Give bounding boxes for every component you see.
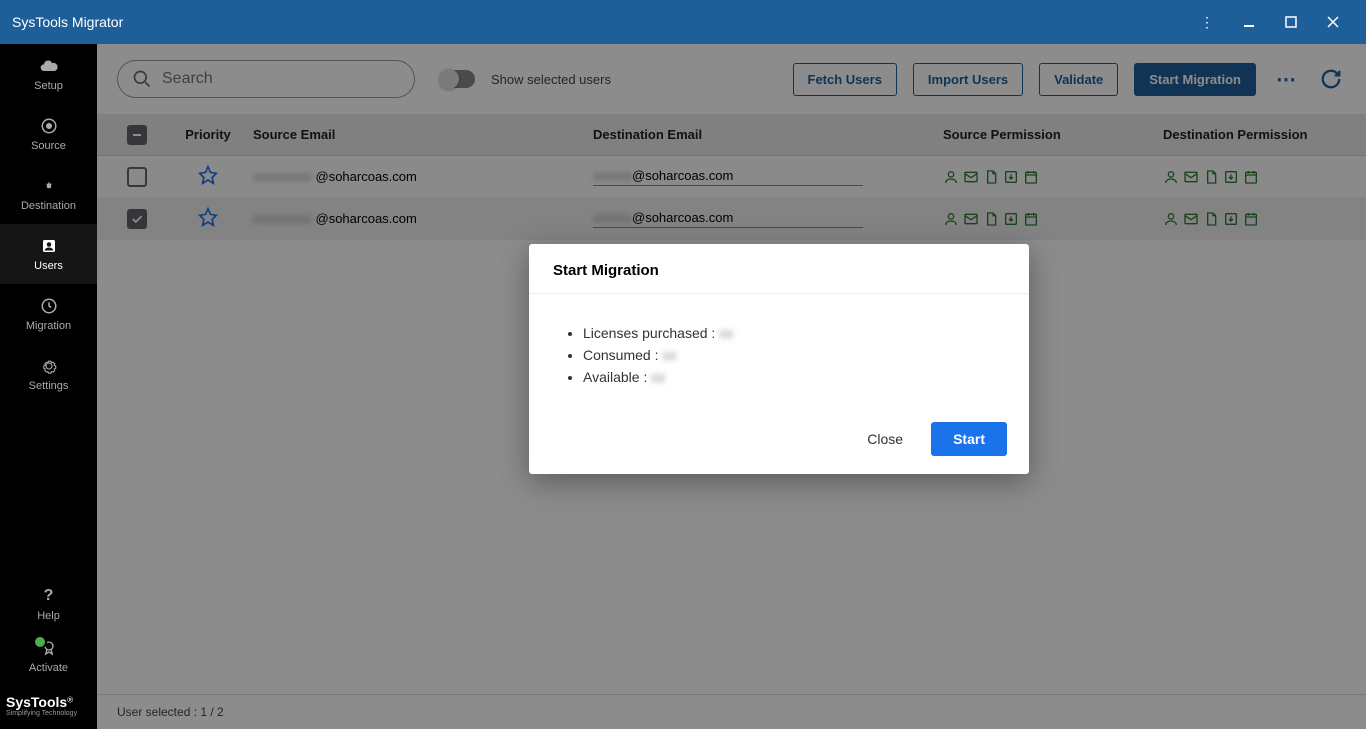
sidebar-item-setup[interactable]: Setup xyxy=(0,44,97,104)
target-icon xyxy=(39,176,59,196)
sidebar-item-source[interactable]: Source xyxy=(0,104,97,164)
sidebar-item-users[interactable]: Users xyxy=(0,224,97,284)
users-icon xyxy=(39,236,59,256)
licenses-purchased-row: Licenses purchased : xx xyxy=(583,322,1005,344)
close-icon[interactable] xyxy=(1312,0,1354,44)
start-migration-modal: Start Migration Licenses purchased : xx … xyxy=(529,244,1029,474)
titlebar: SysTools Migrator ⋮ xyxy=(0,0,1366,44)
maximize-icon[interactable] xyxy=(1270,0,1312,44)
sidebar-item-migration[interactable]: Migration xyxy=(0,284,97,344)
modal-body: Licenses purchased : xx Consumed : xx Av… xyxy=(529,294,1029,412)
cloud-icon xyxy=(39,56,59,76)
sidebar-item-activate[interactable]: Activate xyxy=(0,634,97,686)
minimize-icon[interactable] xyxy=(1228,0,1270,44)
status-dot-icon xyxy=(33,635,47,649)
modal-title: Start Migration xyxy=(529,244,1029,294)
consumed-row: Consumed : xx xyxy=(583,344,1005,366)
gear-icon xyxy=(39,356,59,376)
ribbon-icon xyxy=(39,638,59,658)
modal-footer: Close Start xyxy=(529,412,1029,474)
sidebar: Setup Source Destination Users Migration xyxy=(0,44,97,729)
brand-logo: SysTools® Simplifying Technology xyxy=(0,686,97,729)
sidebar-item-help[interactable]: ? Help xyxy=(0,574,97,634)
sidebar-item-destination[interactable]: Destination xyxy=(0,164,97,224)
help-icon: ? xyxy=(39,586,59,606)
app-title: SysTools Migrator xyxy=(12,14,123,30)
start-button[interactable]: Start xyxy=(931,422,1007,456)
main-content: Show selected users Fetch Users Import U… xyxy=(97,44,1366,729)
sidebar-item-settings[interactable]: Settings xyxy=(0,344,97,404)
available-row: Available : xx xyxy=(583,366,1005,388)
close-button[interactable]: Close xyxy=(853,422,917,456)
clock-icon xyxy=(39,296,59,316)
radio-icon xyxy=(39,116,59,136)
more-menu-icon[interactable]: ⋮ xyxy=(1186,0,1228,44)
